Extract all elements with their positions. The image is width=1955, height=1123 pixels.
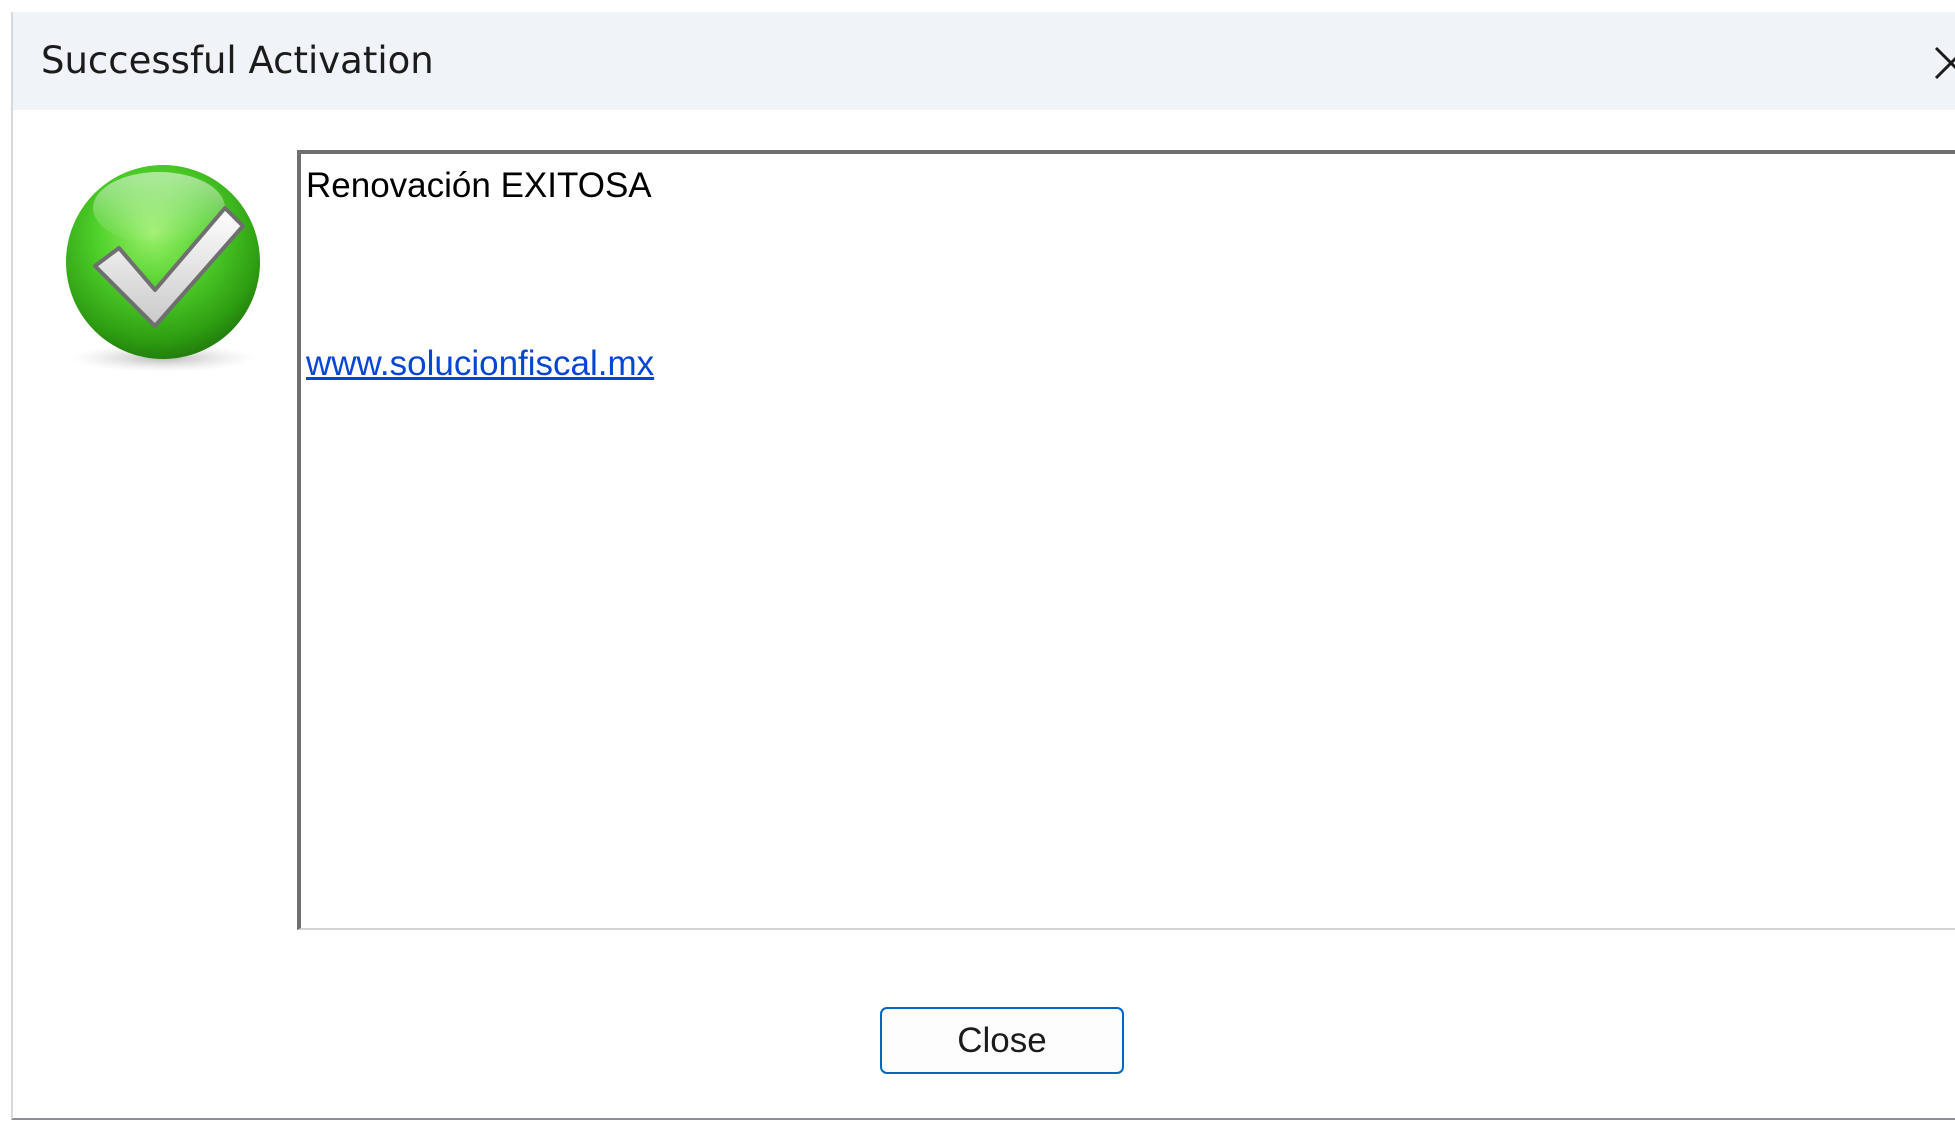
- title-bar: Successful Activation: [13, 12, 1955, 110]
- close-x-icon[interactable]: [1926, 34, 1955, 88]
- close-button[interactable]: Close: [880, 1007, 1124, 1074]
- status-message: Renovación EXITOSA: [306, 166, 652, 205]
- screen: Successful Activation Renovación EXITOSA…: [0, 0, 1955, 1123]
- message-text-area[interactable]: Renovación EXITOSA www.solucionfiscal.mx: [297, 150, 1955, 930]
- success-checkmark-icon: [55, 158, 269, 378]
- activation-dialog: Successful Activation Renovación EXITOSA…: [11, 12, 1955, 1120]
- website-link[interactable]: www.solucionfiscal.mx: [306, 344, 654, 384]
- dialog-title: Successful Activation: [41, 39, 434, 82]
